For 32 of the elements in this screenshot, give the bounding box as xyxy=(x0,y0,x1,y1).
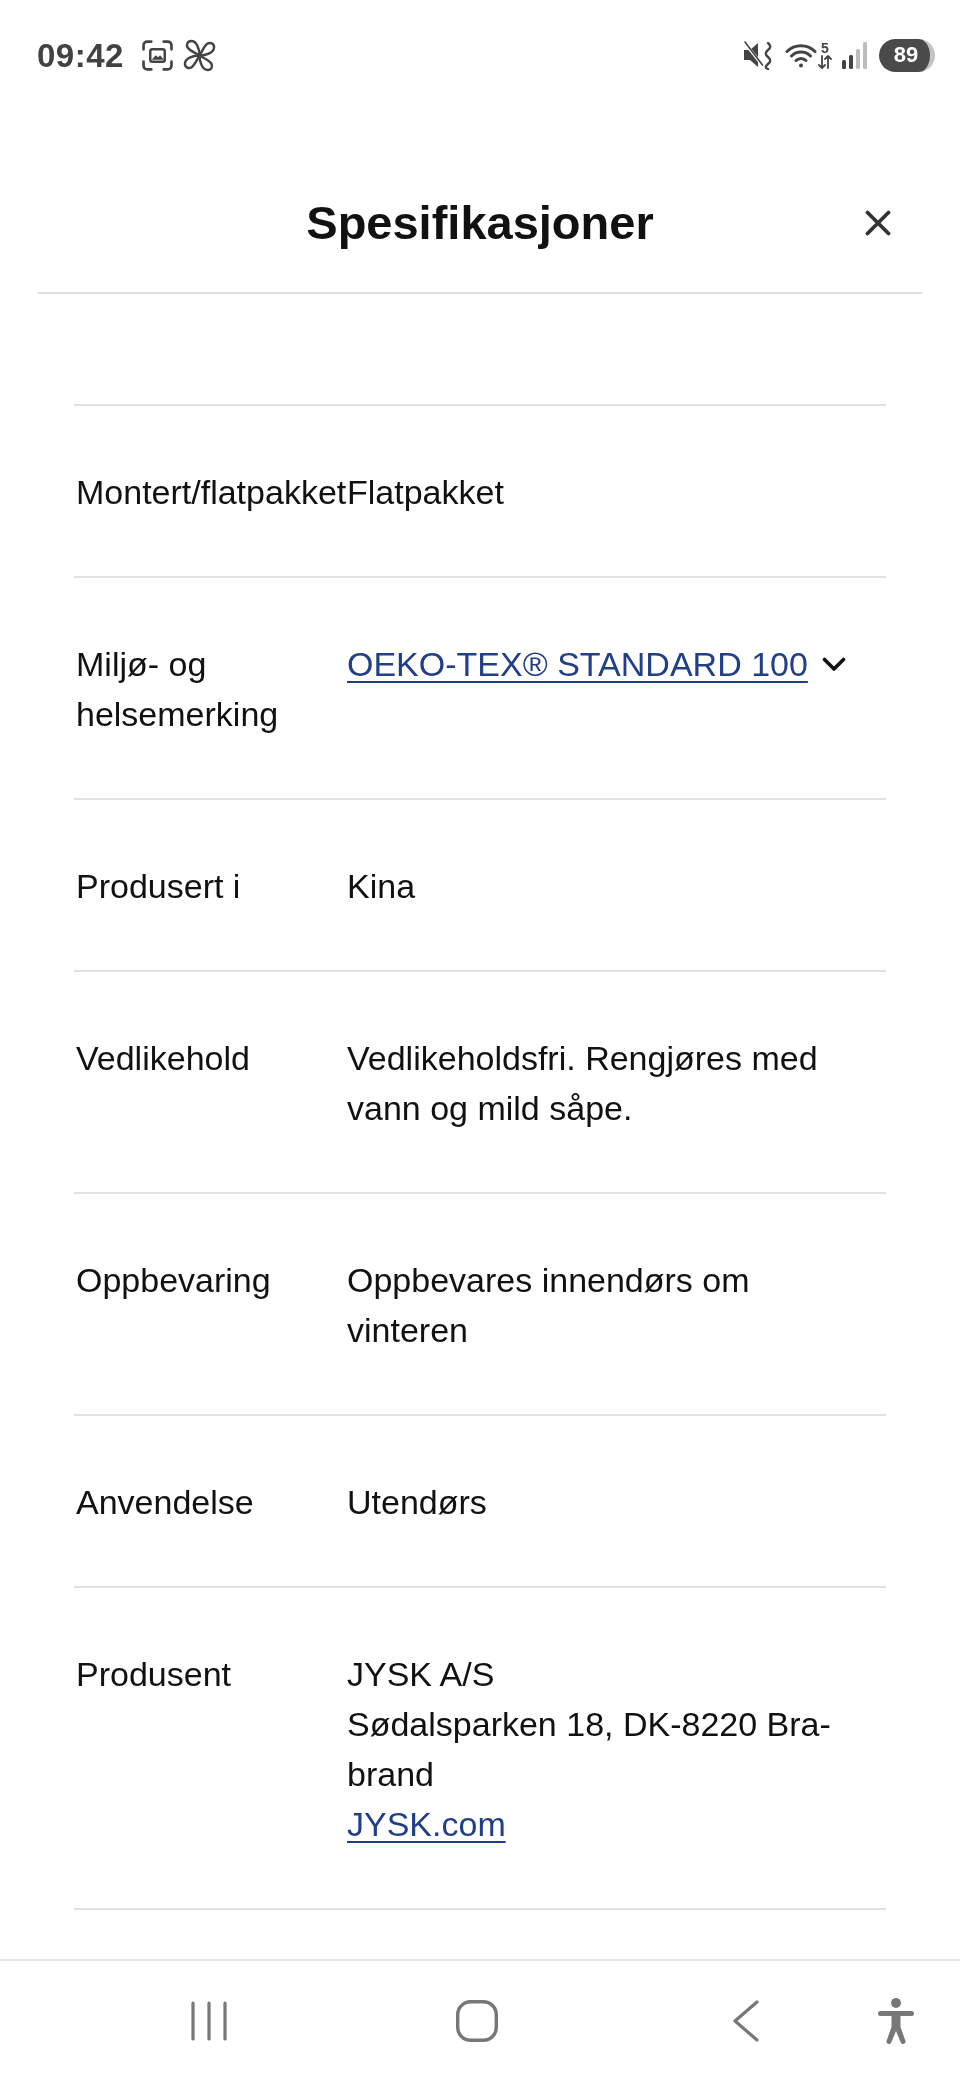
home-icon[interactable] xyxy=(456,1999,498,2042)
accessibility-icon[interactable] xyxy=(878,1997,914,2044)
back-icon[interactable] xyxy=(733,1999,759,2042)
dialog-title: Spesifikasjoner xyxy=(306,195,654,251)
screenshot-icon xyxy=(141,39,173,71)
spec-value: Kina xyxy=(347,866,416,907)
signal-icon xyxy=(841,41,869,69)
spec-label: Vedlikehold xyxy=(75,1038,250,1079)
spec-value: Utendørs xyxy=(347,1482,487,1523)
spec-label: Oppbevaring xyxy=(75,1260,271,1301)
spec-value: Flatpakket xyxy=(347,472,504,513)
spec-value: Oppbevares innendørs om vinteren xyxy=(347,1260,751,1351)
wifi-standard-label: 5 xyxy=(821,41,829,55)
pinwheel-icon xyxy=(182,38,216,72)
spec-label: Miljø- og helsemerking xyxy=(75,644,280,735)
chevron-down-icon[interactable] xyxy=(821,656,846,672)
certification-link[interactable]: OEKO-TEX® STANDARD 100 xyxy=(347,639,808,689)
spec-label: Produsent xyxy=(75,1654,231,1695)
battery-indicator: 89 xyxy=(879,38,935,72)
status-time: 09:42 xyxy=(37,38,124,72)
muted-speaker-icon xyxy=(743,40,774,70)
close-icon xyxy=(865,210,891,236)
data-arrows-icon xyxy=(818,55,832,69)
spec-label: Produsert i xyxy=(75,866,241,907)
spec-label: Montert/flatpakket xyxy=(75,472,347,513)
spec-value: JYSK A/S xyxy=(347,1654,495,1695)
spec-value: Vedlikeholdsfri. Rengjøres med vann og mild såpe. xyxy=(347,1038,819,1129)
spec-value: Sødalsparken 18, DK-8220 Bra-brand xyxy=(347,1704,832,1795)
spec-label: Anvendelse xyxy=(75,1482,254,1523)
recent-apps-icon[interactable] xyxy=(191,2000,227,2041)
wifi-icon xyxy=(785,42,817,68)
website-link[interactable]: JYSK.com xyxy=(347,1799,506,1849)
